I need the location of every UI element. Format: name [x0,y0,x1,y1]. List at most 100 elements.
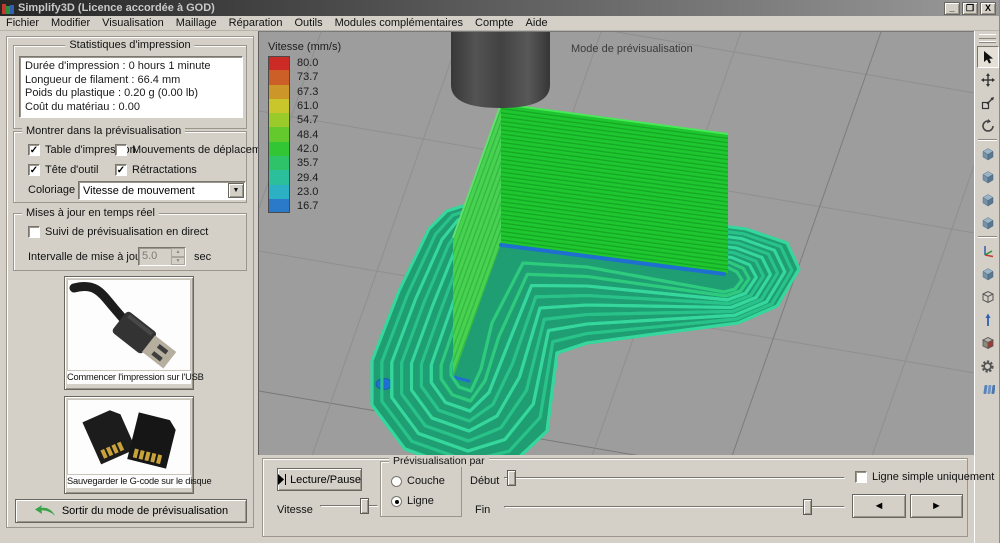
start-slider-handle[interactable] [507,470,516,486]
start-slider[interactable] [504,470,845,486]
scale-icon [981,96,995,110]
menu-item-outils[interactable]: Outils [289,16,329,30]
single-line-label: Ligne simple uniquement [872,471,994,483]
menu-item-aide[interactable]: Aide [520,16,554,30]
legend-entry: 54.7 [268,113,341,127]
restore-button[interactable]: ❐ [962,2,978,15]
speed-label: Vitesse [277,504,313,516]
update-interval-label: Intervalle de mise à jour [28,251,145,263]
menu-item-maillage[interactable]: Maillage [170,16,223,30]
wireframe-view-button[interactable] [977,286,999,308]
play-pause-button[interactable]: Lecture/Pause [277,468,362,491]
legend-swatch [268,156,290,170]
legend-value: 80.0 [297,57,318,69]
print-statistics-box: Durée d'impression : 0 hours 1 minute Lo… [19,56,243,118]
menu-item-visualisation[interactable]: Visualisation [96,16,170,30]
checkbox-travel-moves[interactable]: Mouvements de déplacement [115,144,276,156]
legend-value: 54.7 [297,114,318,126]
save-gcode-button[interactable]: Sauvegarder le G-code sur le disque [64,396,194,494]
select-tool-button[interactable] [977,46,999,68]
legend-entry: 29.4 [268,170,341,184]
model-cube-button[interactable] [977,263,999,285]
view-cube-side-button[interactable] [977,212,999,234]
show-in-preview-title: Montrer dans la prévisualisation [22,125,185,137]
settings-button[interactable] [977,355,999,377]
axes-icon [981,244,995,258]
checkbox-retractions[interactable]: ✓ Rétractations [115,164,197,176]
filament-gauge-button[interactable] [977,378,999,400]
cursor-icon [981,50,995,64]
exit-preview-button[interactable]: Sortir du mode de prévisualisation [15,499,247,523]
update-interval-spinner[interactable]: 5.0 ▲▼ [138,247,186,266]
dropdown-arrow-icon[interactable]: ▼ [228,183,244,198]
start-usb-print-button[interactable]: Commencer l'impression sur l'USB [64,276,194,390]
preview-3d-viewport[interactable]: Vitesse (mm/s) 80.073.767.361.054.748.4 4… [258,31,974,455]
legend-swatch [268,170,290,184]
view-cube-default-button[interactable] [977,143,999,165]
radio-layer[interactable]: Couche [391,475,445,487]
playback-panel: Lecture/Pause Vitesse Prévisualisation p… [258,455,974,543]
extruder-nozzle [451,32,550,108]
legend-entry: 48.4 [268,127,341,141]
menu-item-modules-compl-mentaires[interactable]: Modules complémentaires [329,16,469,30]
legend-swatch [268,185,290,199]
toolhead-checkbox[interactable]: ✓ [28,164,40,176]
3d-scene[interactable] [259,32,974,455]
menu-bar: FichierModifierVisualisationMaillageRépa… [0,16,1000,31]
show-in-preview-group: Montrer dans la prévisualisation ✓ Table… [13,131,247,203]
live-preview-checkbox[interactable] [28,226,40,238]
z-height-button[interactable] [977,309,999,331]
move-tool-button[interactable] [977,69,999,91]
stat-material-cost: Coût du matériau : 0.00 [25,101,237,115]
speed-legend-title: Vitesse (mm/s) [268,41,341,53]
retractions-checkbox[interactable]: ✓ [115,164,127,176]
checkbox-toolhead[interactable]: ✓ Tête d'outil [28,164,98,176]
close-button[interactable]: X [980,2,996,15]
layer-radio[interactable] [391,476,402,487]
window-title: Simplify3D (Licence accordée à GOD) [18,2,215,14]
legend-entry: 80.0 [268,56,341,70]
spinner-down-icon[interactable]: ▼ [171,257,185,266]
sd-cards-image [67,399,191,475]
menu-item-r-paration[interactable]: Réparation [223,16,289,30]
single-line-checkbox[interactable] [855,471,867,483]
realtime-updates-group: Mises à jour en temps réel Suivi de prév… [13,213,247,271]
toolbar-gripper[interactable] [979,34,996,39]
cross-section-button[interactable] [977,332,999,354]
step-forward-button[interactable]: ► [910,494,963,518]
line-radio[interactable] [391,496,402,507]
end-slider-handle[interactable] [803,499,812,515]
legend-entry: 67.3 [268,85,341,99]
checkbox-single-line[interactable]: Ligne simple uniquement [855,471,994,483]
legend-value: 42.0 [297,143,318,155]
legend-entry: 73.7 [268,70,341,84]
print-statistics-group: Statistiques d'impression Durée d'impres… [13,45,247,129]
coordinate-axes-button[interactable] [977,240,999,262]
menu-item-fichier[interactable]: Fichier [0,16,45,30]
legend-swatch [268,127,290,141]
legend-entry: 61.0 [268,99,341,113]
scale-tool-button[interactable] [977,92,999,114]
app-window: Simplify3D (Licence accordée à GOD) _ ❐ … [0,0,1000,543]
print-start-point [376,379,392,390]
checkbox-live-preview[interactable]: Suivi de prévisualisation en direct [28,226,208,238]
speed-slider[interactable] [320,498,378,514]
minimize-button[interactable]: _ [944,2,960,15]
radio-line[interactable]: Ligne [391,495,434,507]
print-bed-checkbox[interactable]: ✓ [28,144,40,156]
rotate-tool-button[interactable] [977,115,999,137]
coloring-dropdown[interactable]: Vitesse de mouvement ▼ [78,181,246,200]
travel-moves-checkbox[interactable] [115,144,127,156]
legend-swatch [268,99,290,113]
step-back-button[interactable]: ◄ [852,494,906,518]
travel-moves-label: Mouvements de déplacement [132,144,276,156]
view-cube-top-button[interactable] [977,166,999,188]
play-pause-label: Lecture/Pause [290,474,361,486]
view-cube-front-button[interactable] [977,189,999,211]
speed-legend: Vitesse (mm/s) 80.073.767.361.054.748.4 4… [268,41,341,213]
menu-item-compte[interactable]: Compte [469,16,520,30]
end-slider[interactable] [504,499,845,515]
spinner-up-icon[interactable]: ▲ [171,248,185,257]
menu-item-modifier[interactable]: Modifier [45,16,96,30]
speed-slider-handle[interactable] [360,498,369,514]
